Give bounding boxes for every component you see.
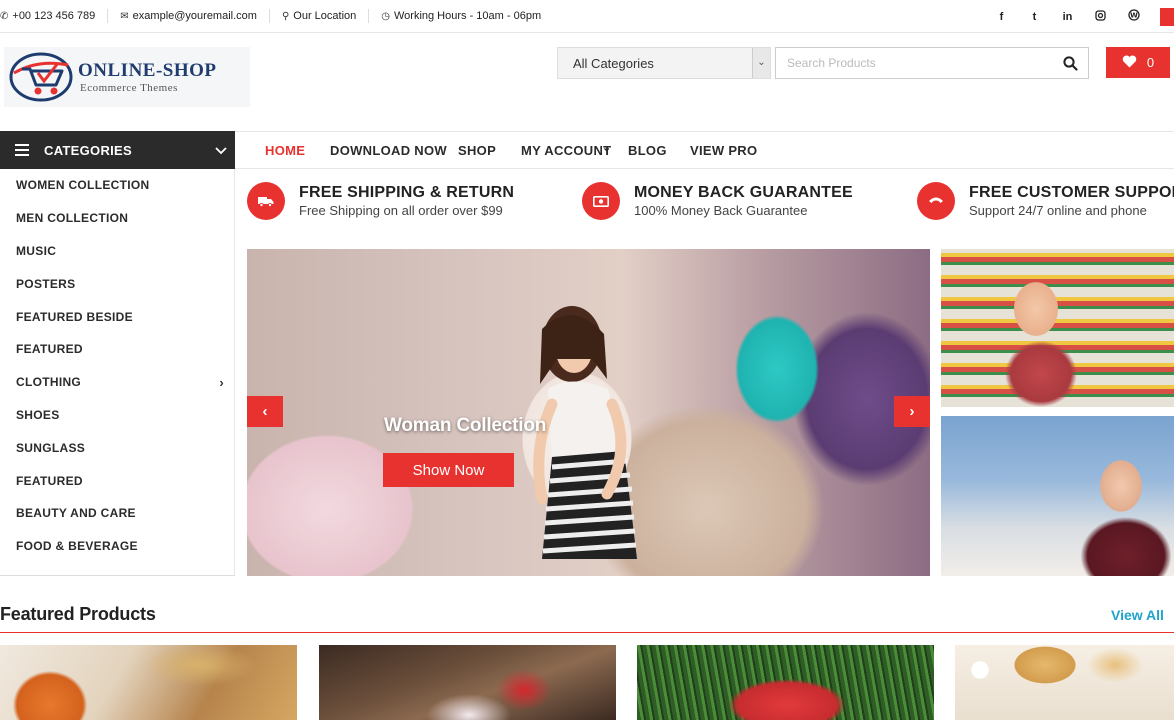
search-icon[interactable] xyxy=(1052,55,1088,71)
hero-slider[interactable]: Woman Collection Show Now ‹ › xyxy=(247,249,930,576)
view-all-link[interactable]: View All xyxy=(1111,607,1164,623)
chevron-down-icon[interactable]: ⌄ xyxy=(602,141,612,154)
envelope-icon: ✉ xyxy=(120,10,129,22)
product-card-image[interactable] xyxy=(955,645,1174,720)
slide-caption: Woman Collection xyxy=(384,415,547,436)
feature-title: FREE SHIPPING & RETURN xyxy=(299,184,515,201)
twitter-icon[interactable]: t xyxy=(1018,11,1051,23)
logo-title: ONLINE-SHOP xyxy=(78,60,217,81)
category-list: WOMEN COLLECTION MEN COLLECTION MUSIC PO… xyxy=(0,169,235,576)
chevron-right-icon: › xyxy=(219,374,224,390)
search-input[interactable] xyxy=(776,56,1052,70)
clock-icon: ◷ xyxy=(381,10,390,22)
show-now-button[interactable]: Show Now xyxy=(383,453,514,487)
nav-download-now[interactable]: DOWNLOAD NOW xyxy=(330,143,447,158)
wordpress-icon[interactable]: W xyxy=(1117,9,1150,24)
product-card-image[interactable] xyxy=(0,645,297,720)
chevron-down-icon xyxy=(215,143,227,158)
site-logo[interactable]: ONLINE-SHOP Ecommerce Themes xyxy=(4,47,250,107)
linkedin-icon[interactable]: in xyxy=(1051,11,1084,23)
section-divider xyxy=(0,632,1174,633)
location-text[interactable]: Our Location xyxy=(293,10,356,22)
hours-info: ◷ Working Hours - 10am - 06pm xyxy=(369,9,553,23)
nav-blog[interactable]: BLOG xyxy=(628,143,667,158)
cart-logo-icon xyxy=(8,51,74,103)
feature-subtitle: Free Shipping on all order over $99 xyxy=(299,203,503,218)
slider-prev-arrow-icon[interactable]: ‹ xyxy=(247,396,283,427)
map-pin-icon: ⚲ xyxy=(281,10,290,22)
wishlist-button[interactable]: 0 xyxy=(1106,47,1170,78)
category-select[interactable]: All Categories ⌄ xyxy=(557,47,771,79)
category-item-posters[interactable]: POSTERS xyxy=(0,267,234,300)
product-card-image[interactable] xyxy=(637,645,934,720)
feature-title: MONEY BACK GUARANTEE xyxy=(634,184,853,201)
truck-icon xyxy=(247,182,285,220)
category-item-featured-2[interactable]: FEATURED xyxy=(0,464,234,497)
category-item-women-collection[interactable]: WOMEN COLLECTION xyxy=(0,169,234,202)
search-box xyxy=(775,47,1089,79)
phone-icon xyxy=(917,182,955,220)
category-select-value: All Categories xyxy=(573,55,654,71)
category-item-beauty-and-care[interactable]: BEAUTY AND CARE xyxy=(0,497,234,530)
facebook-icon[interactable]: f xyxy=(985,11,1018,23)
feature-free-shipping: FREE SHIPPING & RETURN Free Shipping on … xyxy=(247,182,514,220)
phone-info: ✆ +00 123 456 789 xyxy=(0,9,109,23)
phone-text: +00 123 456 789 xyxy=(12,10,96,22)
hamburger-icon xyxy=(15,144,29,156)
categories-toggle[interactable]: CATEGORIES xyxy=(0,131,235,169)
instagram-icon[interactable] xyxy=(1084,9,1117,24)
heart-icon xyxy=(1122,55,1137,71)
social-links: f t in W xyxy=(985,0,1174,33)
category-item-music[interactable]: MUSIC xyxy=(0,235,234,268)
category-item-featured[interactable]: FEATURED xyxy=(0,333,234,366)
featured-products-title: Featured Products xyxy=(0,604,156,624)
slider-next-arrow-icon[interactable]: › xyxy=(894,396,930,427)
nav-shop[interactable]: SHOP xyxy=(458,143,496,158)
feature-money-back: MONEY BACK GUARANTEE 100% Money Back Gua… xyxy=(582,182,853,220)
chevron-down-icon[interactable]: ⌄ xyxy=(752,48,770,78)
nav-my-account[interactable]: MY ACCOUNT xyxy=(521,143,611,158)
nav-view-pro[interactable]: VIEW PRO xyxy=(690,143,757,158)
category-item-food-beverage[interactable]: FOOD & BEVERAGE xyxy=(0,530,234,563)
nav-home[interactable]: HOME xyxy=(265,143,305,158)
category-item-clothing[interactable]: CLOTHING › xyxy=(0,366,234,399)
categories-title: CATEGORIES xyxy=(44,142,132,158)
hours-text: Working Hours - 10am - 06pm xyxy=(393,10,542,22)
product-card-image[interactable] xyxy=(319,645,616,720)
email-text[interactable]: example@youremail.com xyxy=(133,10,257,22)
wishlist-count: 0 xyxy=(1146,55,1155,70)
promo-banner-kids[interactable] xyxy=(941,249,1174,407)
email-info[interactable]: ✉ example@youremail.com xyxy=(108,9,270,23)
phone-icon: ✆ xyxy=(0,10,9,22)
feature-title: FREE CUSTOMER SUPPORT xyxy=(969,184,1174,201)
money-icon xyxy=(582,182,620,220)
location-info[interactable]: ⚲ Our Location xyxy=(270,9,370,23)
logo-subtitle: Ecommerce Themes xyxy=(80,82,178,94)
feature-subtitle: Support 24/7 online and phone xyxy=(969,203,1147,218)
promo-banner-shopping[interactable] xyxy=(941,416,1174,576)
feature-customer-support: FREE CUSTOMER SUPPORT Support 24/7 onlin… xyxy=(917,182,1174,220)
svg-text:W: W xyxy=(1130,12,1138,20)
main-nav: HOME DOWNLOAD NOW SHOP MY ACCOUNT ⌄ BLOG… xyxy=(235,131,1174,169)
category-item-shoes[interactable]: SHOES xyxy=(0,399,234,432)
category-item-men-collection[interactable]: MEN COLLECTION xyxy=(0,202,234,235)
category-item-featured-beside[interactable]: FEATURED BESIDE xyxy=(0,300,234,333)
topbar-red-tab[interactable] xyxy=(1150,7,1174,26)
category-item-sunglass[interactable]: SUNGLASS xyxy=(0,431,234,464)
feature-subtitle: 100% Money Back Guarantee xyxy=(634,203,808,218)
